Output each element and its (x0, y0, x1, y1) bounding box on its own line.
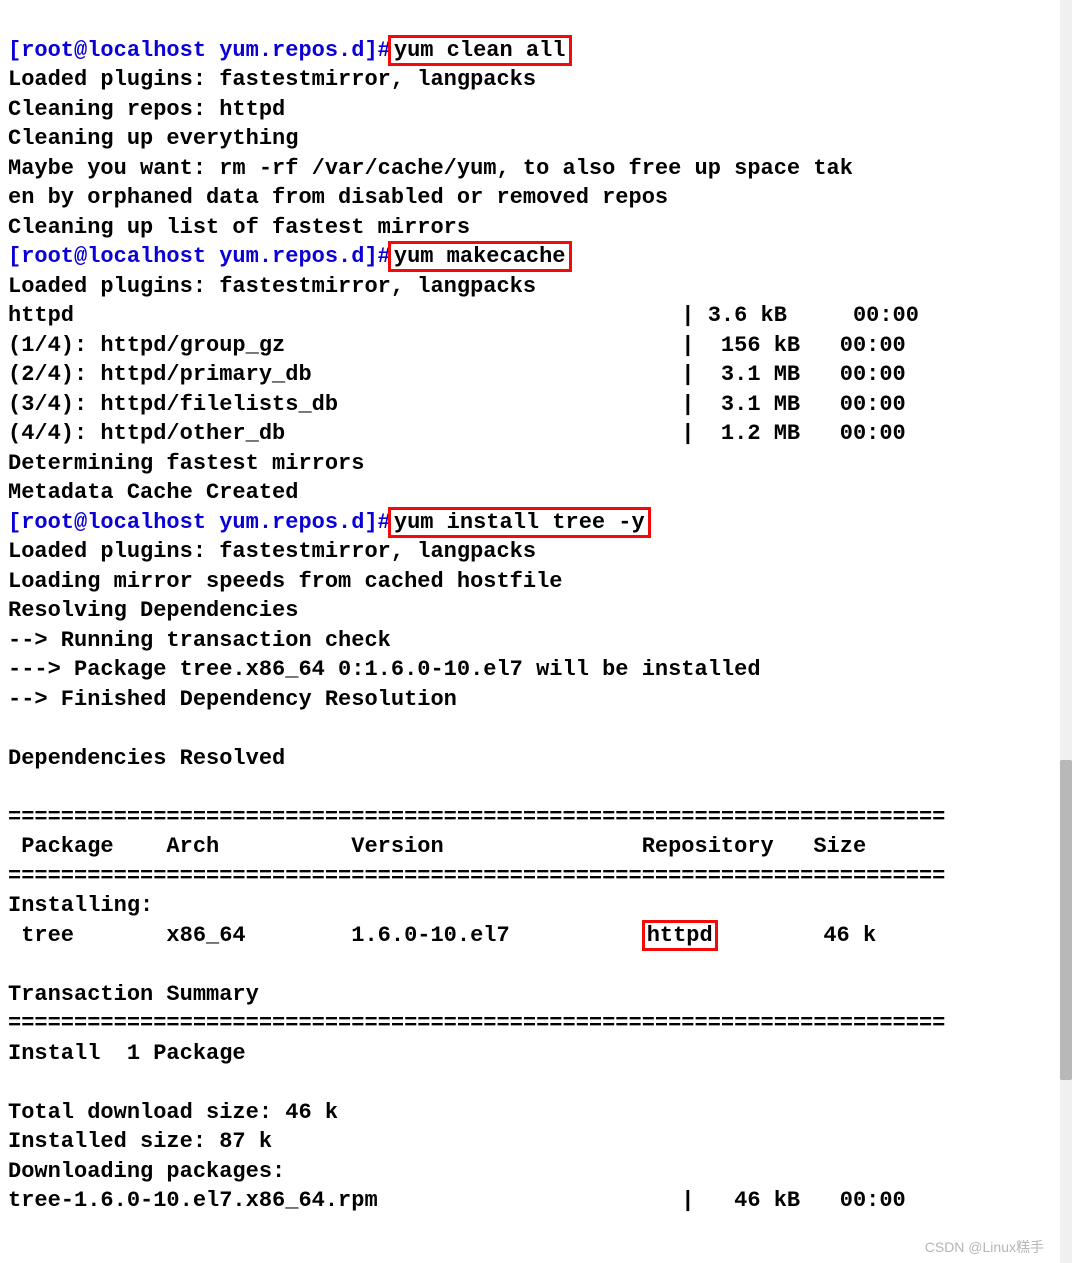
table-header: Package Arch Version Repository Size (8, 834, 866, 859)
cmd-yum-makecache-highlight: yum makecache (388, 241, 572, 272)
output-line: (4/4): httpd/other_db | 1.2 MB 00:00 (8, 421, 906, 446)
output-line: Cleaning up list of fastest mirrors (8, 215, 470, 240)
output-line: Loaded plugins: fastestmirror, langpacks (8, 274, 536, 299)
total-download-size: Total download size: 46 k (8, 1100, 338, 1125)
output-line: Loaded plugins: fastestmirror, langpacks (8, 539, 536, 564)
separator-line: ========================================… (8, 805, 945, 830)
output-line: Loading mirror speeds from cached hostfi… (8, 569, 563, 594)
watermark: CSDN @Linux糕手 (925, 1237, 1044, 1257)
rpm-line: tree-1.6.0-10.el7.x86_64.rpm | 46 kB 00:… (8, 1188, 906, 1213)
output-line: --> Running transaction check (8, 628, 391, 653)
output-line: (2/4): httpd/primary_db | 3.1 MB 00:00 (8, 362, 906, 387)
output-line: Cleaning up everything (8, 126, 298, 151)
cmd-yum-install: yum install tree -y (394, 510, 645, 535)
output-line: Resolving Dependencies (8, 598, 298, 623)
output-line: (1/4): httpd/group_gz | 156 kB 00:00 (8, 333, 906, 358)
downloading-packages: Downloading packages: (8, 1159, 285, 1184)
output-line: Dependencies Resolved (8, 746, 285, 771)
separator-line: ========================================… (8, 1011, 945, 1036)
terminal-output[interactable]: [root@localhost yum.repos.d]#yum clean a… (0, 0, 1072, 1224)
cmd-yum-install-highlight: yum install tree -y (388, 507, 651, 538)
table-row-pre: tree x86_64 1.6.0-10.el7 (8, 923, 642, 948)
repo-name: httpd (647, 923, 713, 948)
scrollbar-thumb[interactable] (1060, 760, 1072, 1080)
output-line: ---> Package tree.x86_64 0:1.6.0-10.el7 … (8, 657, 761, 682)
transaction-summary: Transaction Summary (8, 982, 259, 1007)
output-line: --> Finished Dependency Resolution (8, 687, 457, 712)
repo-highlight: httpd (642, 920, 718, 951)
cmd-yum-makecache: yum makecache (394, 244, 566, 269)
section-installing: Installing: (8, 893, 153, 918)
install-count: Install 1 Package (8, 1041, 246, 1066)
installed-size: Installed size: 87 k (8, 1129, 272, 1154)
cmd-yum-clean: yum clean all (394, 38, 566, 63)
separator-line: ========================================… (8, 864, 945, 889)
output-line: Loaded plugins: fastestmirror, langpacks (8, 67, 536, 92)
output-line: Metadata Cache Created (8, 480, 298, 505)
output-line: Maybe you want: rm -rf /var/cache/yum, t… (8, 156, 853, 181)
table-row-post: 46 k (718, 923, 876, 948)
output-line: en by orphaned data from disabled or rem… (8, 185, 668, 210)
prompt-3: [root@localhost yum.repos.d] (8, 510, 378, 535)
cmd-yum-clean-highlight: yum clean all (388, 35, 572, 66)
scrollbar-track[interactable] (1060, 0, 1072, 1263)
output-line: Cleaning repos: httpd (8, 97, 285, 122)
prompt-1: [root@localhost yum.repos.d] (8, 38, 378, 63)
output-line: httpd | 3.6 kB 00:00 (8, 303, 919, 328)
prompt-2: [root@localhost yum.repos.d] (8, 244, 378, 269)
output-line: Determining fastest mirrors (8, 451, 364, 476)
output-line: (3/4): httpd/filelists_db | 3.1 MB 00:00 (8, 392, 906, 417)
terminal-window: [root@localhost yum.repos.d]#yum clean a… (0, 0, 1072, 1263)
